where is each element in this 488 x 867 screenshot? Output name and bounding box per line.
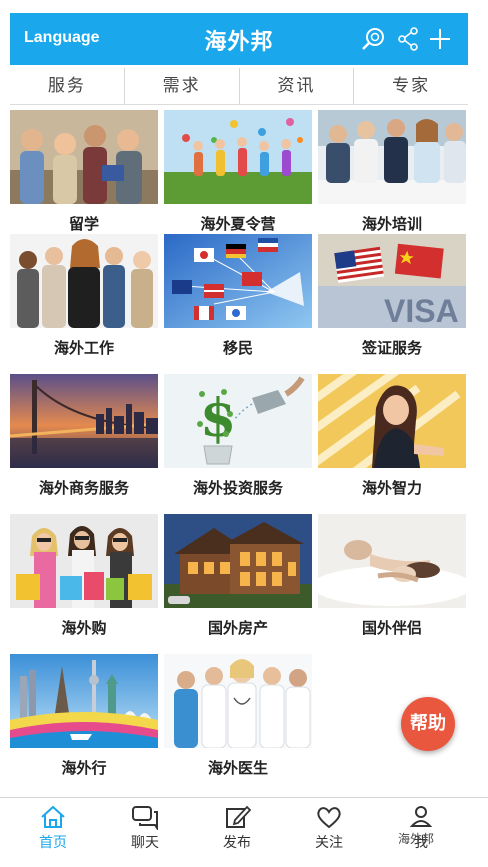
- tile-label: 签证服务: [361, 339, 422, 357]
- overseas-talent-image: [318, 374, 466, 468]
- business-service-image: [10, 374, 158, 468]
- immigration-image: [164, 234, 312, 328]
- plus-icon[interactable]: [426, 25, 454, 53]
- overseas-work-image: [10, 234, 158, 328]
- svg-text:$: $: [200, 388, 236, 449]
- watermark: 海外邦: [398, 832, 435, 846]
- nav-chat[interactable]: 聊天: [110, 804, 180, 852]
- tab-needs[interactable]: 需求: [125, 68, 240, 104]
- share-icon[interactable]: [394, 25, 422, 53]
- app-header: Language 海外邦: [10, 13, 468, 65]
- overseas-travel-tile[interactable]: 海外行: [10, 654, 158, 790]
- real-estate-image: [164, 514, 312, 608]
- tile-label: 国外房产: [207, 619, 268, 637]
- overseas-shopping-tile[interactable]: 海外购: [10, 514, 158, 650]
- overseas-work-tile[interactable]: 海外工作: [10, 234, 158, 370]
- business-service-tile[interactable]: 海外商务服务: [10, 374, 158, 510]
- search-icon[interactable]: [360, 25, 388, 53]
- overseas-talent-tile[interactable]: 海外智力: [318, 374, 466, 510]
- investment-service-image: $: [164, 374, 312, 468]
- overseas-training-tile[interactable]: 海外培训: [318, 110, 466, 246]
- visa-service-image: VISA: [318, 234, 466, 328]
- summer-camp-image: [164, 110, 312, 204]
- tile-label: 移民: [222, 339, 253, 357]
- immigration-tile[interactable]: 移民: [164, 234, 312, 370]
- overseas-doctor-tile[interactable]: 海外医生: [164, 654, 312, 790]
- chat-icon: [132, 806, 158, 830]
- nav-label: 发布: [223, 835, 251, 851]
- tab-experts[interactable]: 专家: [354, 68, 468, 104]
- nav-follow[interactable]: 关注: [294, 804, 364, 852]
- tile-label: 海外购: [61, 619, 107, 637]
- real-estate-tile[interactable]: 国外房产: [164, 514, 312, 650]
- edit-icon: [226, 805, 251, 828]
- heart-icon: [317, 807, 341, 829]
- overseas-shopping-image: [10, 514, 158, 608]
- nav-label: 聊天: [131, 835, 159, 851]
- foreign-partner-tile[interactable]: 国外伴侣: [318, 514, 466, 650]
- tile-label: 海外行: [61, 759, 107, 777]
- category-tabs: 服务 需求 资讯 专家: [10, 68, 468, 105]
- overseas-travel-image: [10, 654, 158, 748]
- help-button[interactable]: 帮助: [401, 697, 455, 751]
- tab-news[interactable]: 资讯: [240, 68, 355, 104]
- overseas-training-image: [318, 110, 466, 204]
- tile-label: 海外商务服务: [38, 479, 129, 497]
- tile-label: 海外投资服务: [192, 479, 283, 497]
- investment-service-tile[interactable]: $ 海外投资服务: [164, 374, 312, 510]
- study-abroad-tile[interactable]: 留学: [10, 110, 158, 246]
- visa-service-tile[interactable]: VISA 签证服务: [318, 234, 466, 370]
- nav-label: 关注: [315, 835, 343, 851]
- tile-label: 海外医生: [207, 759, 268, 777]
- study-abroad-image: [10, 110, 158, 204]
- foreign-partner-image: [318, 514, 466, 608]
- summer-camp-tile[interactable]: 海外夏令营: [164, 110, 312, 246]
- tile-label: 国外伴侣: [361, 619, 422, 637]
- user-icon: [409, 806, 433, 827]
- tab-services[interactable]: 服务: [10, 68, 125, 104]
- tile-label: 海外工作: [53, 339, 114, 357]
- nav-home[interactable]: 首页: [18, 804, 88, 852]
- svg-text:VISA: VISA: [384, 293, 459, 328]
- overseas-doctor-image: [164, 654, 312, 748]
- nav-post[interactable]: 发布: [202, 804, 272, 852]
- tile-label: 海外智力: [361, 479, 422, 497]
- nav-label: 首页: [39, 835, 67, 851]
- home-icon: [41, 805, 65, 828]
